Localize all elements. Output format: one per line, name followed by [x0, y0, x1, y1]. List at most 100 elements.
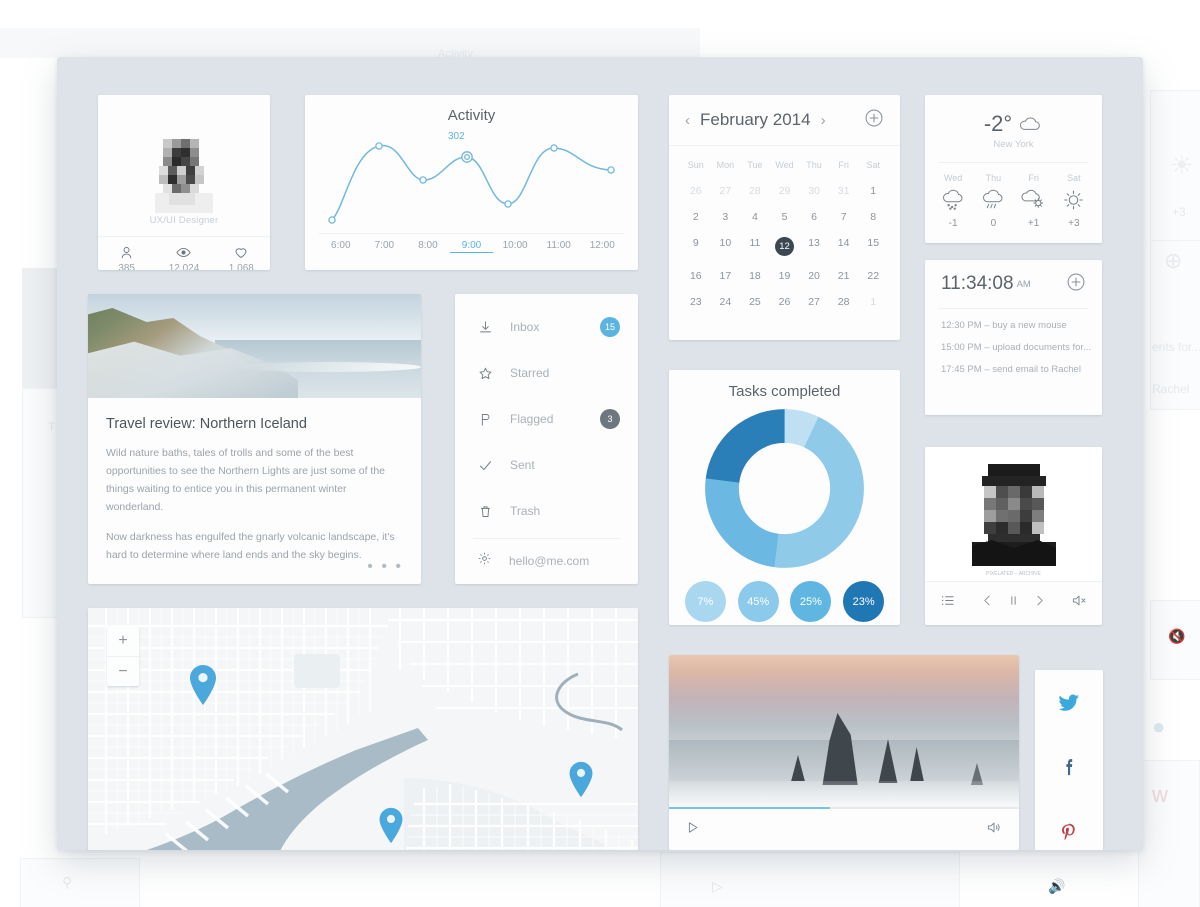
forecast-day-wed[interactable]: Wed -1	[933, 173, 973, 229]
previous-icon[interactable]	[981, 593, 994, 613]
add-reminder-button[interactable]	[1066, 272, 1086, 297]
calendar-day[interactable]: 6	[799, 204, 829, 230]
forecast-day-fri[interactable]: Fri +1	[1014, 173, 1054, 229]
travel-more-button[interactable]: • • •	[367, 558, 403, 576]
calendar-day[interactable]: 24	[711, 289, 741, 315]
calendar-day[interactable]: 11	[740, 230, 770, 263]
profile-card[interactable]: UX/UI Designer 385 12,024 1,068	[98, 95, 270, 270]
agenda-item[interactable]: 15:00 PM – upload documents for...	[925, 331, 1102, 353]
forecast-day-sat[interactable]: Sat +3	[1054, 173, 1094, 229]
calendar-day[interactable]: 28	[829, 289, 859, 315]
person-icon	[121, 247, 132, 259]
calendar-day[interactable]: 15	[858, 230, 888, 263]
forecast-value: 0	[990, 218, 997, 229]
x-tick-active[interactable]: 9:00	[449, 240, 494, 253]
legend-team-b[interactable]: 45% Team B	[732, 581, 785, 625]
calendar-day[interactable]: 9	[681, 230, 711, 263]
next-month-button[interactable]: ›	[821, 112, 826, 129]
calendar-day[interactable]: 27	[799, 289, 829, 315]
calendar-day[interactable]: 16	[681, 263, 711, 289]
twitter-icon	[1058, 694, 1080, 711]
calendar-day[interactable]: 8	[858, 204, 888, 230]
calendar-day[interactable]: 27	[711, 178, 741, 204]
legend-team-d[interactable]: 23% Team D	[837, 581, 890, 625]
map-surface[interactable]: + −	[88, 608, 638, 850]
social-facebook-button[interactable]	[1035, 735, 1103, 800]
calendar-day[interactable]: 1	[858, 178, 888, 204]
playlist-icon[interactable]	[939, 593, 956, 613]
x-tick[interactable]: 8:00	[406, 240, 450, 253]
forecast-day-thu[interactable]: Thu 0	[973, 173, 1013, 229]
travel-photo	[88, 294, 421, 398]
calendar-day[interactable]: 2	[681, 204, 711, 230]
video-surf	[669, 781, 1019, 807]
play-icon[interactable]	[685, 820, 700, 840]
add-event-button[interactable]	[864, 108, 884, 133]
social-pinterest-button[interactable]	[1035, 800, 1103, 850]
calendar-day[interactable]: 23	[681, 289, 711, 315]
tasks-title: Tasks completed	[728, 383, 841, 400]
social-twitter-button[interactable]	[1035, 670, 1103, 735]
eye-icon	[176, 247, 192, 258]
prev-month-button[interactable]: ‹	[685, 112, 690, 129]
mail-item-sent[interactable]: Sent	[455, 442, 638, 488]
video-progress-bar[interactable]	[669, 807, 1019, 809]
x-tick[interactable]: 10:00	[493, 240, 537, 253]
video-progress-fill	[669, 807, 830, 809]
calendar-day[interactable]: 25	[740, 289, 770, 315]
agenda-item[interactable]: 12:30 PM – buy a new mouse	[925, 309, 1102, 331]
agenda-item[interactable]: 17:45 PM – send email to Rachel	[925, 353, 1102, 375]
mail-account-row[interactable]: hello@me.com	[455, 539, 638, 583]
pause-icon[interactable]	[1007, 593, 1020, 613]
stat-views[interactable]: 12,024	[155, 237, 212, 270]
map-zoom-out-button[interactable]: −	[107, 656, 139, 686]
calendar-day[interactable]: 4	[740, 204, 770, 230]
x-tick[interactable]: 7:00	[363, 240, 407, 253]
mail-item-flagged[interactable]: Flagged 3	[455, 396, 638, 442]
video-thumbnail[interactable]	[669, 655, 1019, 807]
social-share-card	[1035, 670, 1103, 850]
calendar-day[interactable]: 18	[740, 263, 770, 289]
x-tick[interactable]: 11:00	[537, 240, 581, 253]
calendar-day[interactable]: 31	[829, 178, 859, 204]
calendar-day[interactable]: 17	[711, 263, 741, 289]
calendar-day[interactable]: 26	[681, 178, 711, 204]
x-tick[interactable]: 6:00	[319, 240, 363, 253]
map-pin-1[interactable]	[186, 663, 220, 707]
mail-item-inbox[interactable]: Inbox 15	[455, 304, 638, 350]
calendar-day[interactable]: 29	[770, 178, 800, 204]
calendar-day[interactable]: 14	[829, 230, 859, 263]
calendar-day[interactable]: 20	[799, 263, 829, 289]
calendar-day[interactable]: 13	[799, 230, 829, 263]
stat-likes[interactable]: 1,068	[213, 237, 270, 270]
legend-team-c[interactable]: 25% Team C	[785, 581, 838, 625]
calendar-day[interactable]: 5	[770, 204, 800, 230]
calendar-day[interactable]: 1	[858, 289, 888, 315]
mail-item-trash[interactable]: Trash	[455, 488, 638, 534]
map-pin-3[interactable]	[376, 806, 406, 845]
travel-review-card[interactable]: Travel review: Northern Iceland Wild nat…	[88, 294, 421, 584]
x-tick[interactable]: 12:00	[580, 240, 624, 253]
calendar-day[interactable]: 10	[711, 230, 741, 263]
mail-item-starred[interactable]: Starred	[455, 350, 638, 396]
calendar-day[interactable]: 21	[829, 263, 859, 289]
video-controls	[669, 809, 1019, 850]
calendar-day[interactable]: 26	[770, 289, 800, 315]
donut-svg	[705, 409, 864, 568]
volume-icon[interactable]	[985, 820, 1003, 840]
map-zoom-in-button[interactable]: +	[107, 626, 139, 656]
sun-cloud-icon	[1014, 185, 1054, 215]
next-icon[interactable]	[1033, 593, 1046, 613]
calendar-day[interactable]: 22	[858, 263, 888, 289]
calendar-day[interactable]: 7	[829, 204, 859, 230]
calendar-day[interactable]: 3	[711, 204, 741, 230]
legend-team-a[interactable]: 7% Team A	[679, 581, 732, 625]
map-pin-2[interactable]	[566, 760, 596, 799]
calendar-day[interactable]: 28	[740, 178, 770, 204]
calendar-day-selected[interactable]: 12	[770, 230, 800, 263]
calendar-day[interactable]: 19	[770, 263, 800, 289]
stat-followers[interactable]: 385	[98, 237, 155, 270]
map-card[interactable]: + −	[88, 608, 638, 850]
calendar-day[interactable]: 30	[799, 178, 829, 204]
mute-icon[interactable]	[1070, 593, 1088, 613]
